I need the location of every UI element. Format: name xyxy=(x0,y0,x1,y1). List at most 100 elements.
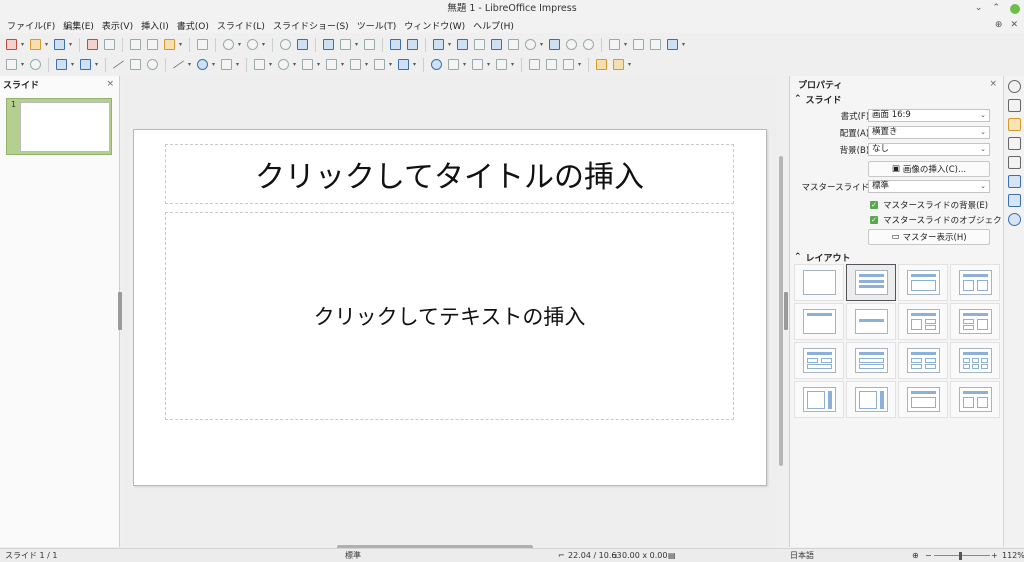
basic-shapes-icon[interactable] xyxy=(252,57,267,72)
layout-title-only[interactable] xyxy=(794,303,844,340)
new-slide-icon[interactable] xyxy=(388,37,403,52)
shadow-toggle-icon[interactable] xyxy=(527,57,542,72)
duplicate-slide-icon[interactable] xyxy=(405,37,420,52)
properties-close-button[interactable]: × xyxy=(989,79,997,89)
fit-slide-icon[interactable]: ⊕ xyxy=(912,549,919,562)
layout-blank[interactable] xyxy=(794,264,844,301)
new-icon[interactable] xyxy=(4,37,19,52)
zoom-in-button[interactable]: + xyxy=(991,549,998,562)
align-icon[interactable] xyxy=(446,57,461,72)
document-modified-icon[interactable]: ▤ xyxy=(668,549,676,562)
display-grid-icon[interactable] xyxy=(607,37,622,52)
layout-title-content-2[interactable] xyxy=(898,303,948,340)
body-placeholder[interactable]: クリックしてテキストの挿入 xyxy=(165,212,734,420)
format-select[interactable]: 画面 16:9 ⌄ xyxy=(868,109,990,122)
sidebar-collapse-handle[interactable] xyxy=(784,292,788,330)
block-arrows-icon[interactable] xyxy=(300,57,315,72)
points-icon[interactable] xyxy=(544,57,559,72)
display-views-icon[interactable] xyxy=(338,37,353,52)
close-window-button[interactable] xyxy=(1010,3,1020,14)
menu-tools[interactable]: ツール(T) xyxy=(353,19,401,32)
slide-transition-icon[interactable] xyxy=(1007,118,1021,131)
layout-centered-text[interactable] xyxy=(846,303,896,340)
zoom-level[interactable]: 112% xyxy=(1002,549,1024,562)
menu-format[interactable]: 書式(O) xyxy=(173,19,213,32)
open-icon[interactable] xyxy=(28,37,43,52)
flowchart-icon[interactable] xyxy=(324,57,339,72)
rotate-object-icon[interactable] xyxy=(429,57,444,72)
sidebar-settings-icon[interactable] xyxy=(1007,80,1021,93)
close-document-icon[interactable]: ✕ xyxy=(1010,17,1018,34)
table-icon[interactable] xyxy=(431,37,446,52)
slide-canvas[interactable]: クリックしてタイトルの挿入 クリックしてテキストの挿入 xyxy=(133,129,767,486)
layout-section-header[interactable]: ⌃ レイアウト xyxy=(790,250,851,264)
master-slide-status[interactable]: 標準 xyxy=(345,549,361,562)
arrow-icon[interactable] xyxy=(171,57,186,72)
layout-title-vertical-text[interactable] xyxy=(898,381,948,418)
slide-pane-close-button[interactable]: × xyxy=(106,79,114,89)
arrange-icon[interactable] xyxy=(470,57,485,72)
fontwork-gallery-icon[interactable] xyxy=(611,57,626,72)
connector-icon[interactable] xyxy=(219,57,234,72)
layout-title-content[interactable] xyxy=(846,264,896,301)
copy-icon[interactable] xyxy=(145,37,160,52)
layout-title-vertical-text-clipart[interactable] xyxy=(950,381,1000,418)
properties-icon[interactable] xyxy=(1007,99,1021,112)
zoom-slider-knob[interactable] xyxy=(959,552,962,560)
media-icon[interactable] xyxy=(472,37,487,52)
zoom-slider[interactable] xyxy=(934,555,990,556)
menu-file[interactable]: ファイル(F) xyxy=(3,19,59,32)
language-status[interactable]: 日本語 xyxy=(790,549,814,562)
master-slides-icon[interactable] xyxy=(1007,156,1021,169)
menu-slide[interactable]: スライド(L) xyxy=(213,19,269,32)
crop-icon[interactable] xyxy=(648,37,663,52)
layout-title-only-content[interactable] xyxy=(898,264,948,301)
styles-icon[interactable] xyxy=(1007,175,1021,188)
layout-title-content-over[interactable] xyxy=(846,342,896,379)
3d-objects-icon[interactable] xyxy=(396,57,411,72)
select-icon[interactable] xyxy=(4,57,19,72)
undo-icon[interactable] xyxy=(221,37,236,52)
glue-points-icon[interactable] xyxy=(561,57,576,72)
star-icon[interactable] xyxy=(372,57,387,72)
title-placeholder[interactable]: クリックしてタイトルの挿入 xyxy=(165,144,734,204)
menu-window[interactable]: ウィンドウ(W) xyxy=(400,19,469,32)
fontwork-icon[interactable] xyxy=(547,37,562,52)
zoom-icon[interactable] xyxy=(28,57,43,72)
callout-icon[interactable] xyxy=(348,57,363,72)
transformations-icon[interactable] xyxy=(665,37,680,52)
gallery-icon[interactable] xyxy=(1007,194,1021,207)
insert-image-button[interactable]: ▣ 画像の挿入(C)... xyxy=(868,161,990,177)
textbox-icon[interactable] xyxy=(506,37,521,52)
export-pdf-icon[interactable] xyxy=(85,37,100,52)
menu-help[interactable]: ヘルプ(H) xyxy=(469,19,518,32)
paste-icon[interactable] xyxy=(162,37,177,52)
distribute-icon[interactable] xyxy=(494,57,509,72)
special-character-icon[interactable] xyxy=(523,37,538,52)
rotate-icon[interactable] xyxy=(581,37,596,52)
shadow-icon[interactable] xyxy=(631,37,646,52)
slide-thumbnail[interactable] xyxy=(20,102,110,152)
layout-title-4content[interactable] xyxy=(898,342,948,379)
master-objects-checkbox[interactable]: ✓ マスタースライドのオブジェク xyxy=(870,214,1002,226)
image-icon[interactable] xyxy=(455,37,470,52)
orientation-select[interactable]: 横置き ⌄ xyxy=(868,126,990,139)
curve-icon[interactable] xyxy=(195,57,210,72)
fill-color-icon[interactable] xyxy=(78,57,93,72)
toggle-extrusion-icon[interactable] xyxy=(594,57,609,72)
slide-thumbnail-selected[interactable]: 1 xyxy=(6,98,112,155)
symbol-shapes-icon[interactable] xyxy=(276,57,291,72)
master-slide-select[interactable]: 標準 ⌄ xyxy=(868,180,990,193)
master-background-checkbox[interactable]: ✓ マスタースライドの背景(E) xyxy=(870,199,988,211)
menu-insert[interactable]: 挿入(I) xyxy=(137,19,173,32)
extension-icon[interactable]: ⊕ xyxy=(995,17,1003,34)
ellipse-icon[interactable] xyxy=(145,57,160,72)
background-select[interactable]: なし ⌄ xyxy=(868,143,990,156)
line-color-icon[interactable] xyxy=(54,57,69,72)
master-slide-icon[interactable] xyxy=(362,37,377,52)
minimize-button[interactable]: ⌄ xyxy=(975,0,983,17)
line-icon[interactable] xyxy=(111,57,126,72)
menu-slideshow[interactable]: スライドショー(S) xyxy=(269,19,353,32)
rectangle-icon[interactable] xyxy=(128,57,143,72)
find-replace-icon[interactable] xyxy=(278,37,293,52)
